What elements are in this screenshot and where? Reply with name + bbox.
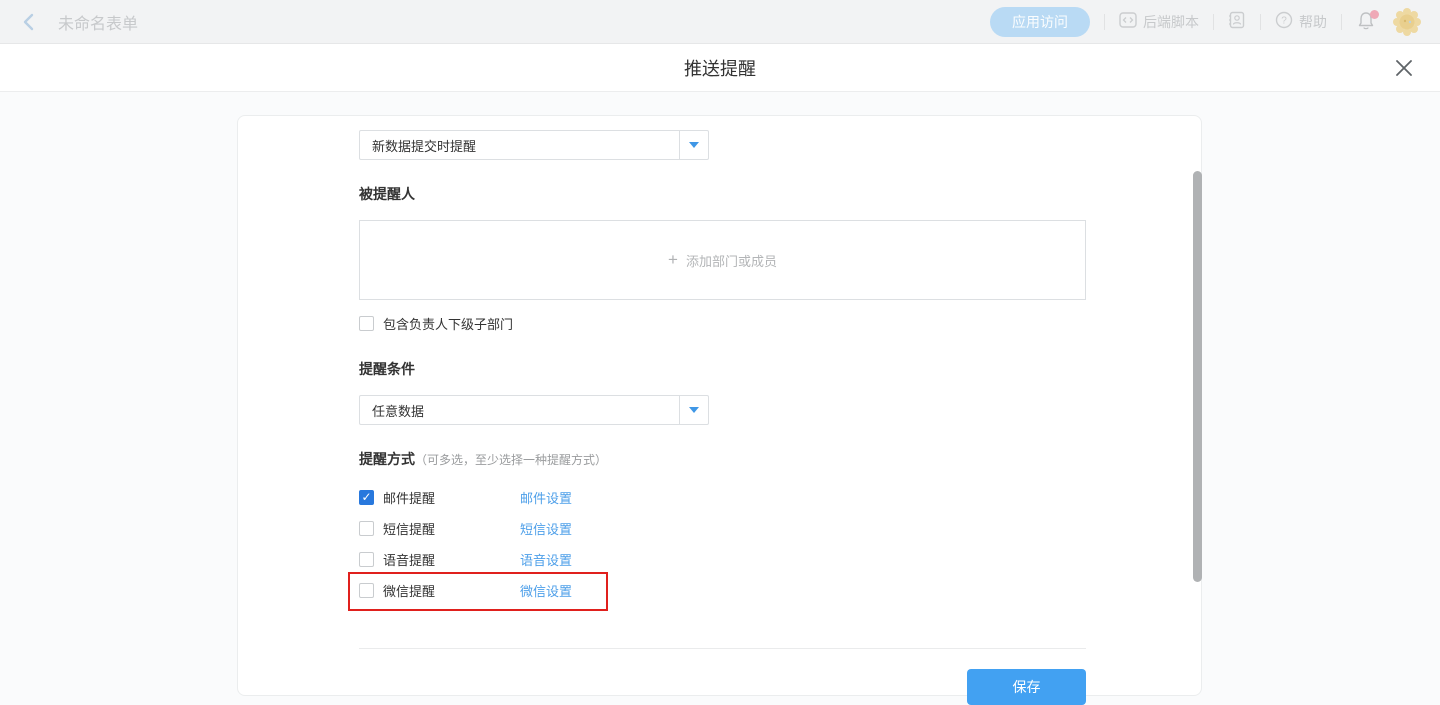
- voice-reminder-label: 语音提醒: [383, 550, 520, 569]
- sms-reminder-label: 短信提醒: [383, 519, 520, 538]
- divider: [1260, 14, 1261, 30]
- include-subdept-row: 包含负责人下级子部门: [359, 314, 1084, 333]
- sms-reminder-checkbox[interactable]: [359, 521, 374, 536]
- trigger-select[interactable]: 新数据提交时提醒: [359, 130, 709, 160]
- help-button[interactable]: ? 帮助: [1275, 11, 1327, 32]
- method-row-sms: 短信提醒 短信设置: [359, 517, 1084, 539]
- code-icon: [1119, 12, 1137, 31]
- notification-badge: [1370, 10, 1379, 19]
- modal-body: 新数据提交时提醒 被提醒人 + 添加部门或成员 包含负责人下级子部门 提醒条件 …: [0, 92, 1440, 700]
- email-reminder-checkbox[interactable]: [359, 490, 374, 505]
- close-icon[interactable]: [1392, 56, 1416, 80]
- condition-label: 提醒条件: [359, 359, 1084, 379]
- modal-header: 推送提醒: [0, 44, 1440, 92]
- condition-select[interactable]: 任意数据: [359, 395, 709, 425]
- help-icon: ?: [1275, 11, 1293, 32]
- method-label: 提醒方式: [359, 449, 415, 469]
- method-rows: 邮件提醒 邮件设置 短信提醒 短信设置 语音提醒 语音设置 微信提醒 微信设置: [359, 486, 1084, 601]
- modal-title: 推送提醒: [684, 55, 756, 81]
- svg-text:?: ?: [1281, 16, 1287, 27]
- add-members-button[interactable]: + 添加部门或成员: [359, 220, 1086, 300]
- chevron-down-icon: [689, 142, 699, 148]
- backend-script-button[interactable]: 后端脚本: [1119, 12, 1199, 32]
- plus-icon: +: [668, 250, 678, 270]
- condition-select-caret-cell[interactable]: [679, 396, 708, 424]
- contacts-button[interactable]: [1228, 11, 1246, 32]
- include-subdept-label: 包含负责人下级子部门: [383, 314, 513, 333]
- add-members-label: 添加部门或成员: [686, 251, 777, 270]
- sms-settings-link[interactable]: 短信设置: [520, 519, 572, 538]
- wechat-reminder-checkbox[interactable]: [359, 583, 374, 598]
- divider: [1104, 14, 1105, 30]
- include-subdept-checkbox[interactable]: [359, 316, 374, 331]
- push-reminder-card: 新数据提交时提醒 被提醒人 + 添加部门或成员 包含负责人下级子部门 提醒条件 …: [237, 115, 1202, 696]
- method-row-voice: 语音提醒 语音设置: [359, 548, 1084, 570]
- method-note: （可多选，至少选择一种提醒方式）: [415, 451, 607, 468]
- contacts-icon: [1228, 11, 1246, 32]
- help-label: 帮助: [1299, 12, 1327, 32]
- divider: [1213, 14, 1214, 30]
- method-row-email: 邮件提醒 邮件设置: [359, 486, 1084, 508]
- notification-bell-icon[interactable]: [1356, 10, 1378, 34]
- recipients-label: 被提醒人: [359, 184, 1084, 204]
- method-row-wechat: 微信提醒 微信设置: [359, 579, 1084, 601]
- avatar[interactable]: [1392, 7, 1422, 37]
- trigger-select-caret-cell[interactable]: [679, 131, 708, 159]
- wechat-settings-link[interactable]: 微信设置: [520, 581, 572, 600]
- divider: [1341, 14, 1342, 30]
- voice-reminder-checkbox[interactable]: [359, 552, 374, 567]
- wechat-reminder-label: 微信提醒: [383, 581, 520, 600]
- email-settings-link[interactable]: 邮件设置: [520, 488, 572, 507]
- method-header: 提醒方式 （可多选，至少选择一种提醒方式）: [359, 449, 1084, 469]
- divider: [359, 648, 1086, 649]
- app-top-bar: 未命名表单 应用访问 后端脚本 ? 帮助: [0, 0, 1440, 44]
- backend-script-label: 后端脚本: [1143, 12, 1199, 32]
- app-access-button[interactable]: 应用访问: [990, 7, 1090, 37]
- voice-settings-link[interactable]: 语音设置: [520, 550, 572, 569]
- trigger-select-value: 新数据提交时提醒: [360, 136, 679, 155]
- condition-select-value: 任意数据: [360, 401, 679, 420]
- email-reminder-label: 邮件提醒: [383, 488, 520, 507]
- scrollbar-thumb[interactable]: [1193, 171, 1202, 582]
- back-icon[interactable]: [18, 12, 38, 32]
- form-title: 未命名表单: [58, 10, 138, 34]
- chevron-down-icon: [689, 407, 699, 413]
